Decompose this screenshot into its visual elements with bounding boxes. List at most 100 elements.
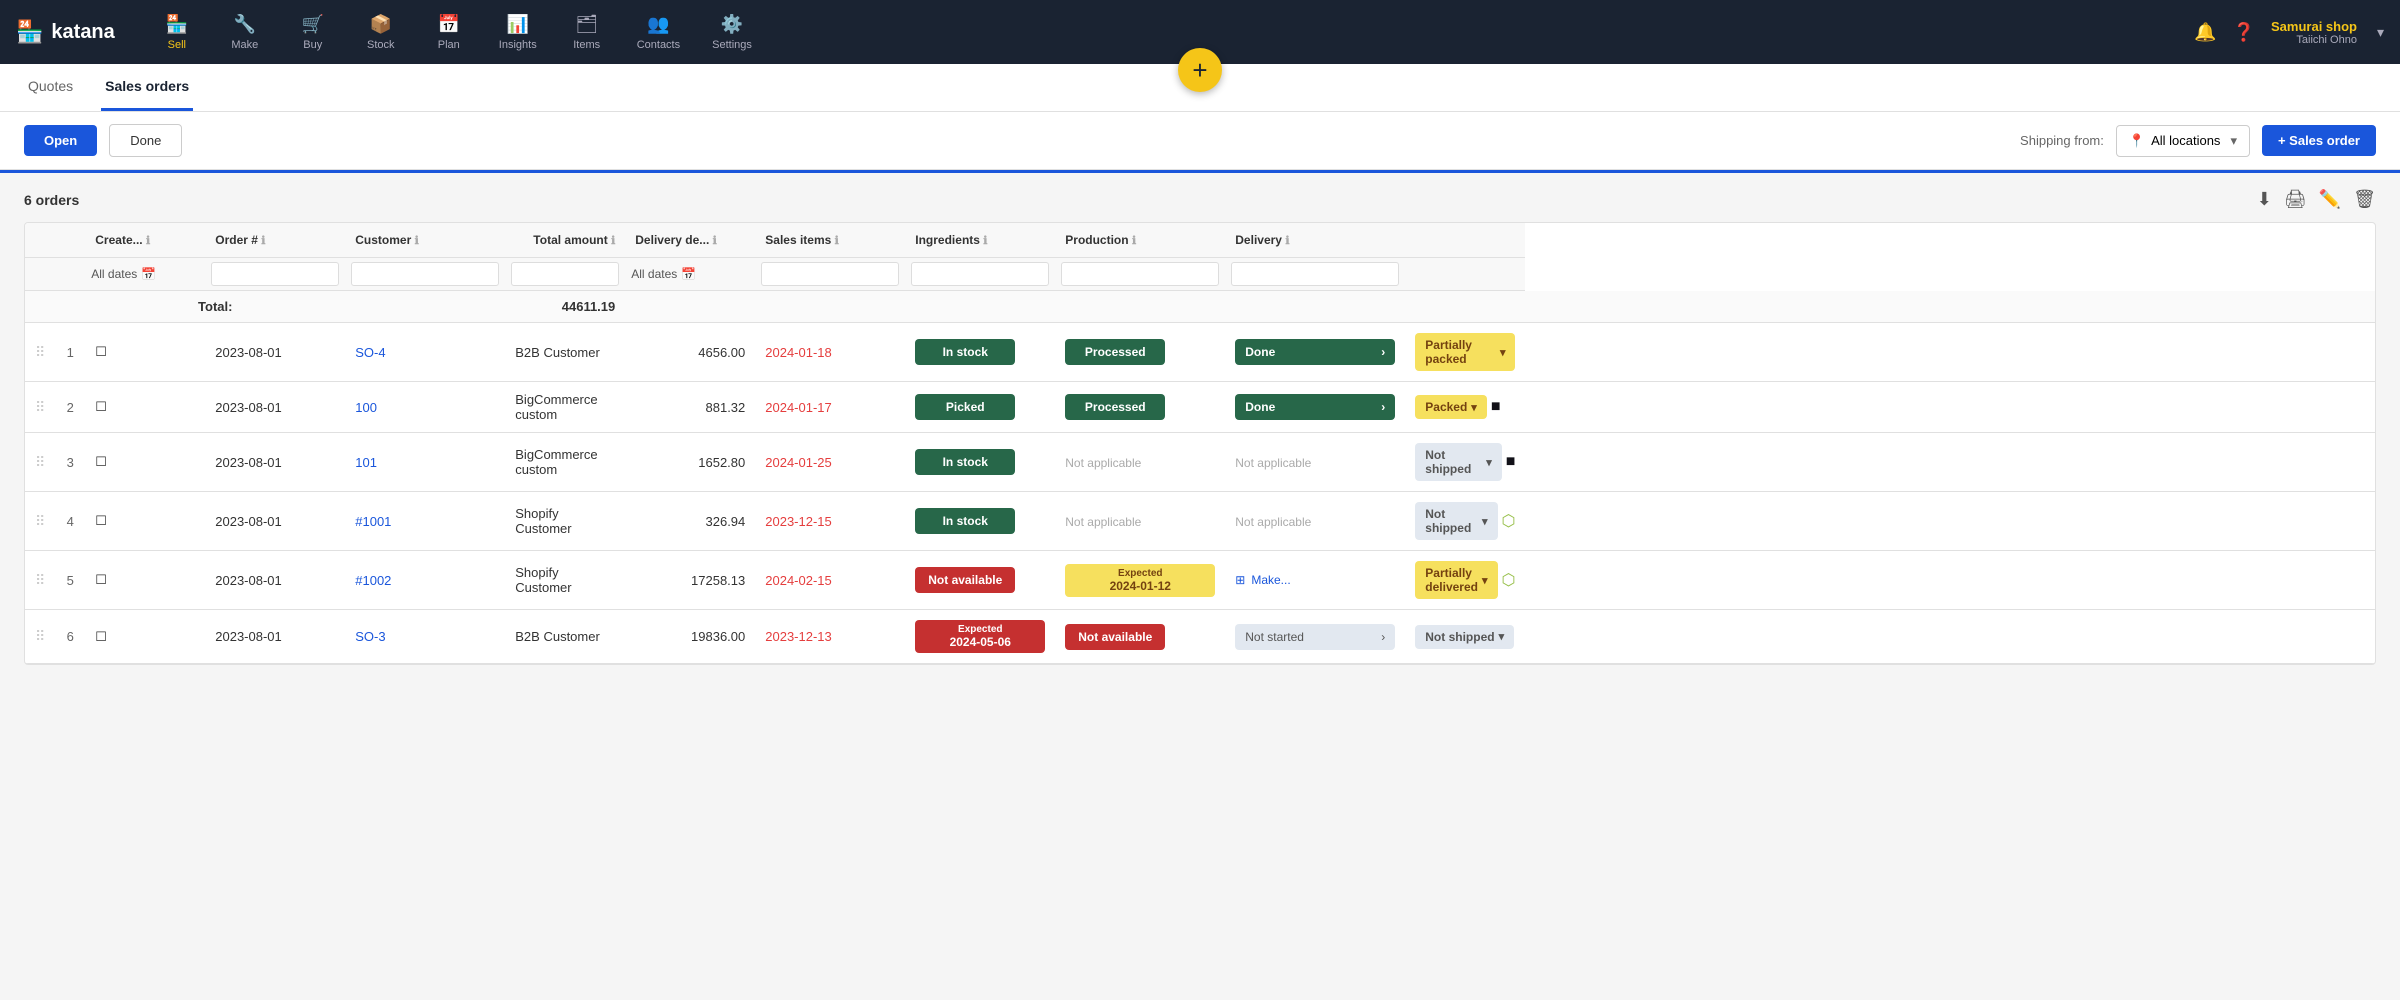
nav-item-buy[interactable]: 🛒 Buy bbox=[283, 6, 343, 59]
print-icon[interactable]: 🖨 bbox=[2284, 189, 2307, 210]
delivery-cell-5: Partially delivered ▾ ⬡ bbox=[1415, 561, 1515, 599]
sell-icon: 🏪 bbox=[166, 14, 188, 35]
rank-3: 3 bbox=[55, 433, 85, 492]
app-logo[interactable]: 🏪 katana bbox=[16, 19, 115, 45]
production-status-2[interactable]: Done › bbox=[1235, 394, 1395, 420]
order-link-4[interactable]: #1001 bbox=[355, 514, 391, 529]
row-checkbox-icon-3[interactable]: ☐ bbox=[95, 454, 107, 469]
col-sales-items-info[interactable]: ℹ bbox=[835, 235, 839, 247]
tab-quotes[interactable]: Quotes bbox=[24, 64, 77, 111]
col-production-info[interactable]: ℹ bbox=[1132, 235, 1136, 247]
done-filter-button[interactable]: Done bbox=[109, 124, 182, 157]
nav-label-insights: Insights bbox=[499, 39, 537, 51]
sales-items-filter[interactable] bbox=[761, 262, 899, 286]
col-ingredients-info[interactable]: ℹ bbox=[983, 235, 987, 247]
amount-3: 1652.80 bbox=[625, 433, 755, 492]
drag-handle[interactable]: ⠿ bbox=[35, 572, 45, 588]
help-icon[interactable]: ❓ bbox=[2233, 22, 2255, 43]
dd-arrow-1: ▾ bbox=[1500, 346, 1506, 359]
order-link-5[interactable]: #1002 bbox=[355, 573, 391, 588]
col-delivery-de-info[interactable]: ℹ bbox=[713, 235, 717, 247]
drag-handle[interactable]: ⠿ bbox=[35, 454, 45, 470]
col-order-info[interactable]: ℹ bbox=[261, 235, 265, 247]
nav-item-sell[interactable]: 🏪 Sell bbox=[147, 6, 207, 59]
nav-item-items[interactable]: 🗂 Items bbox=[557, 6, 617, 59]
row-checkbox-icon-4[interactable]: ☐ bbox=[95, 513, 107, 528]
sales-items-status-3: In stock bbox=[915, 449, 1015, 475]
nav-item-settings[interactable]: ⚙️ Settings bbox=[700, 6, 764, 59]
customer-5: Shopify Customer bbox=[505, 551, 625, 610]
delivery-badge-5[interactable]: Partially delivered ▾ bbox=[1415, 561, 1497, 599]
col-delivery-info[interactable]: ℹ bbox=[1285, 235, 1289, 247]
delivery-cell-1: Partially packed ▾ bbox=[1415, 333, 1515, 371]
delivery-badge-2[interactable]: Packed ▾ bbox=[1415, 395, 1487, 419]
delivery-badge-6[interactable]: Not shipped ▾ bbox=[1415, 625, 1514, 649]
order-link-2[interactable]: 100 bbox=[355, 400, 377, 415]
location-dropdown-arrow: ▾ bbox=[2230, 133, 2237, 149]
add-sales-order-button[interactable]: + Sales order bbox=[2262, 125, 2376, 156]
edit-icon[interactable]: ✏️ bbox=[2319, 189, 2341, 210]
calendar-icon-2[interactable]: 📅 bbox=[681, 267, 696, 281]
drag-handle[interactable]: ⠿ bbox=[35, 513, 45, 529]
drag-handle[interactable]: ⠿ bbox=[35, 628, 45, 644]
col-amount-info[interactable]: ℹ bbox=[611, 235, 615, 247]
row-checkbox-icon-1[interactable]: ☐ bbox=[95, 344, 107, 359]
amount-filter[interactable] bbox=[511, 262, 619, 286]
make-plus-icon: ⊞ bbox=[1235, 573, 1245, 587]
drag-handle[interactable]: ⠿ bbox=[35, 344, 45, 360]
col-created-info[interactable]: ℹ bbox=[146, 235, 150, 247]
amount-2: 881.32 bbox=[625, 382, 755, 433]
download-icon[interactable]: ⬇ bbox=[2257, 189, 2272, 210]
nav-item-stock[interactable]: 📦 Stock bbox=[351, 6, 411, 59]
delivery-badge-3[interactable]: Not shipped ▾ bbox=[1415, 443, 1502, 481]
production-status-3: Not applicable bbox=[1235, 456, 1311, 470]
buy-icon: 🛒 bbox=[302, 14, 324, 35]
add-button[interactable]: + bbox=[1178, 48, 1222, 92]
all-dates-label-1: All dates bbox=[91, 267, 137, 281]
order-link-1[interactable]: SO-4 bbox=[355, 345, 385, 360]
created-date-6: 2023-08-01 bbox=[205, 610, 345, 664]
amount-4: 326.94 bbox=[625, 492, 755, 551]
nav-item-contacts[interactable]: 👥 Contacts bbox=[625, 6, 692, 59]
ingredients-status-3: Not applicable bbox=[1065, 456, 1141, 470]
col-customer-info[interactable]: ℹ bbox=[415, 235, 419, 247]
delivery-filter[interactable] bbox=[1231, 262, 1399, 286]
contacts-icon: 👥 bbox=[647, 14, 669, 35]
order-link-6[interactable]: SO-3 bbox=[355, 629, 385, 644]
notifications-icon[interactable]: 🔔 bbox=[2194, 22, 2216, 43]
customer-2: BigCommerce custom bbox=[505, 382, 625, 433]
ingredients-filter[interactable] bbox=[911, 262, 1049, 286]
shop-dropdown-arrow[interactable]: ▾ bbox=[2377, 24, 2384, 41]
shop-info[interactable]: Samurai shop Taiichi Ohno bbox=[2271, 19, 2357, 46]
nav-item-insights[interactable]: 📊 Insights bbox=[487, 6, 549, 59]
delivery-date-filter[interactable]: All dates 📅 bbox=[631, 267, 749, 281]
delivery-cell-6: Not shipped ▾ bbox=[1415, 625, 1515, 649]
sales-items-status-5: Not available bbox=[915, 567, 1015, 593]
row-checkbox-icon-6[interactable]: ☐ bbox=[95, 629, 107, 644]
created-date-filter[interactable]: All dates 📅 bbox=[91, 267, 199, 281]
production-status-6[interactable]: Not started › bbox=[1235, 624, 1395, 650]
drag-handle[interactable]: ⠿ bbox=[35, 399, 45, 415]
delivery-badge-4[interactable]: Not shipped ▾ bbox=[1415, 502, 1497, 540]
tab-sales-orders[interactable]: Sales orders bbox=[101, 64, 193, 111]
row-checkbox-icon-2[interactable]: ☐ bbox=[95, 399, 107, 414]
calendar-icon-1[interactable]: 📅 bbox=[141, 267, 156, 281]
order-num-filter[interactable] bbox=[211, 262, 339, 286]
delivery-badge-1[interactable]: Partially packed ▾ bbox=[1415, 333, 1515, 371]
nav-label-contacts: Contacts bbox=[637, 39, 680, 51]
production-filter[interactable] bbox=[1061, 262, 1219, 286]
row-checkbox-icon-5[interactable]: ☐ bbox=[95, 572, 107, 587]
production-make-5[interactable]: ⊞ Make... bbox=[1235, 573, 1395, 587]
production-status-1[interactable]: Done › bbox=[1235, 339, 1395, 365]
location-dropdown[interactable]: 📍 All locations ▾ bbox=[2116, 125, 2250, 157]
nav-item-plan[interactable]: 📅 Plan bbox=[419, 6, 479, 59]
table-row: ⠿ 1 ☐ 2023-08-01 SO-4 B2B Customer 4656.… bbox=[25, 323, 2375, 382]
delete-icon[interactable]: 🗑 bbox=[2353, 189, 2376, 210]
open-filter-button[interactable]: Open bbox=[24, 125, 97, 156]
created-date-2: 2023-08-01 bbox=[205, 382, 345, 433]
rank-4: 4 bbox=[55, 492, 85, 551]
customer-filter[interactable] bbox=[351, 262, 499, 286]
nav-item-make[interactable]: 🔧 Make bbox=[215, 6, 275, 59]
order-link-3[interactable]: 101 bbox=[355, 455, 377, 470]
table-header-row: Create... ℹ Order # ℹ Customer ℹ Total a… bbox=[25, 223, 2375, 258]
